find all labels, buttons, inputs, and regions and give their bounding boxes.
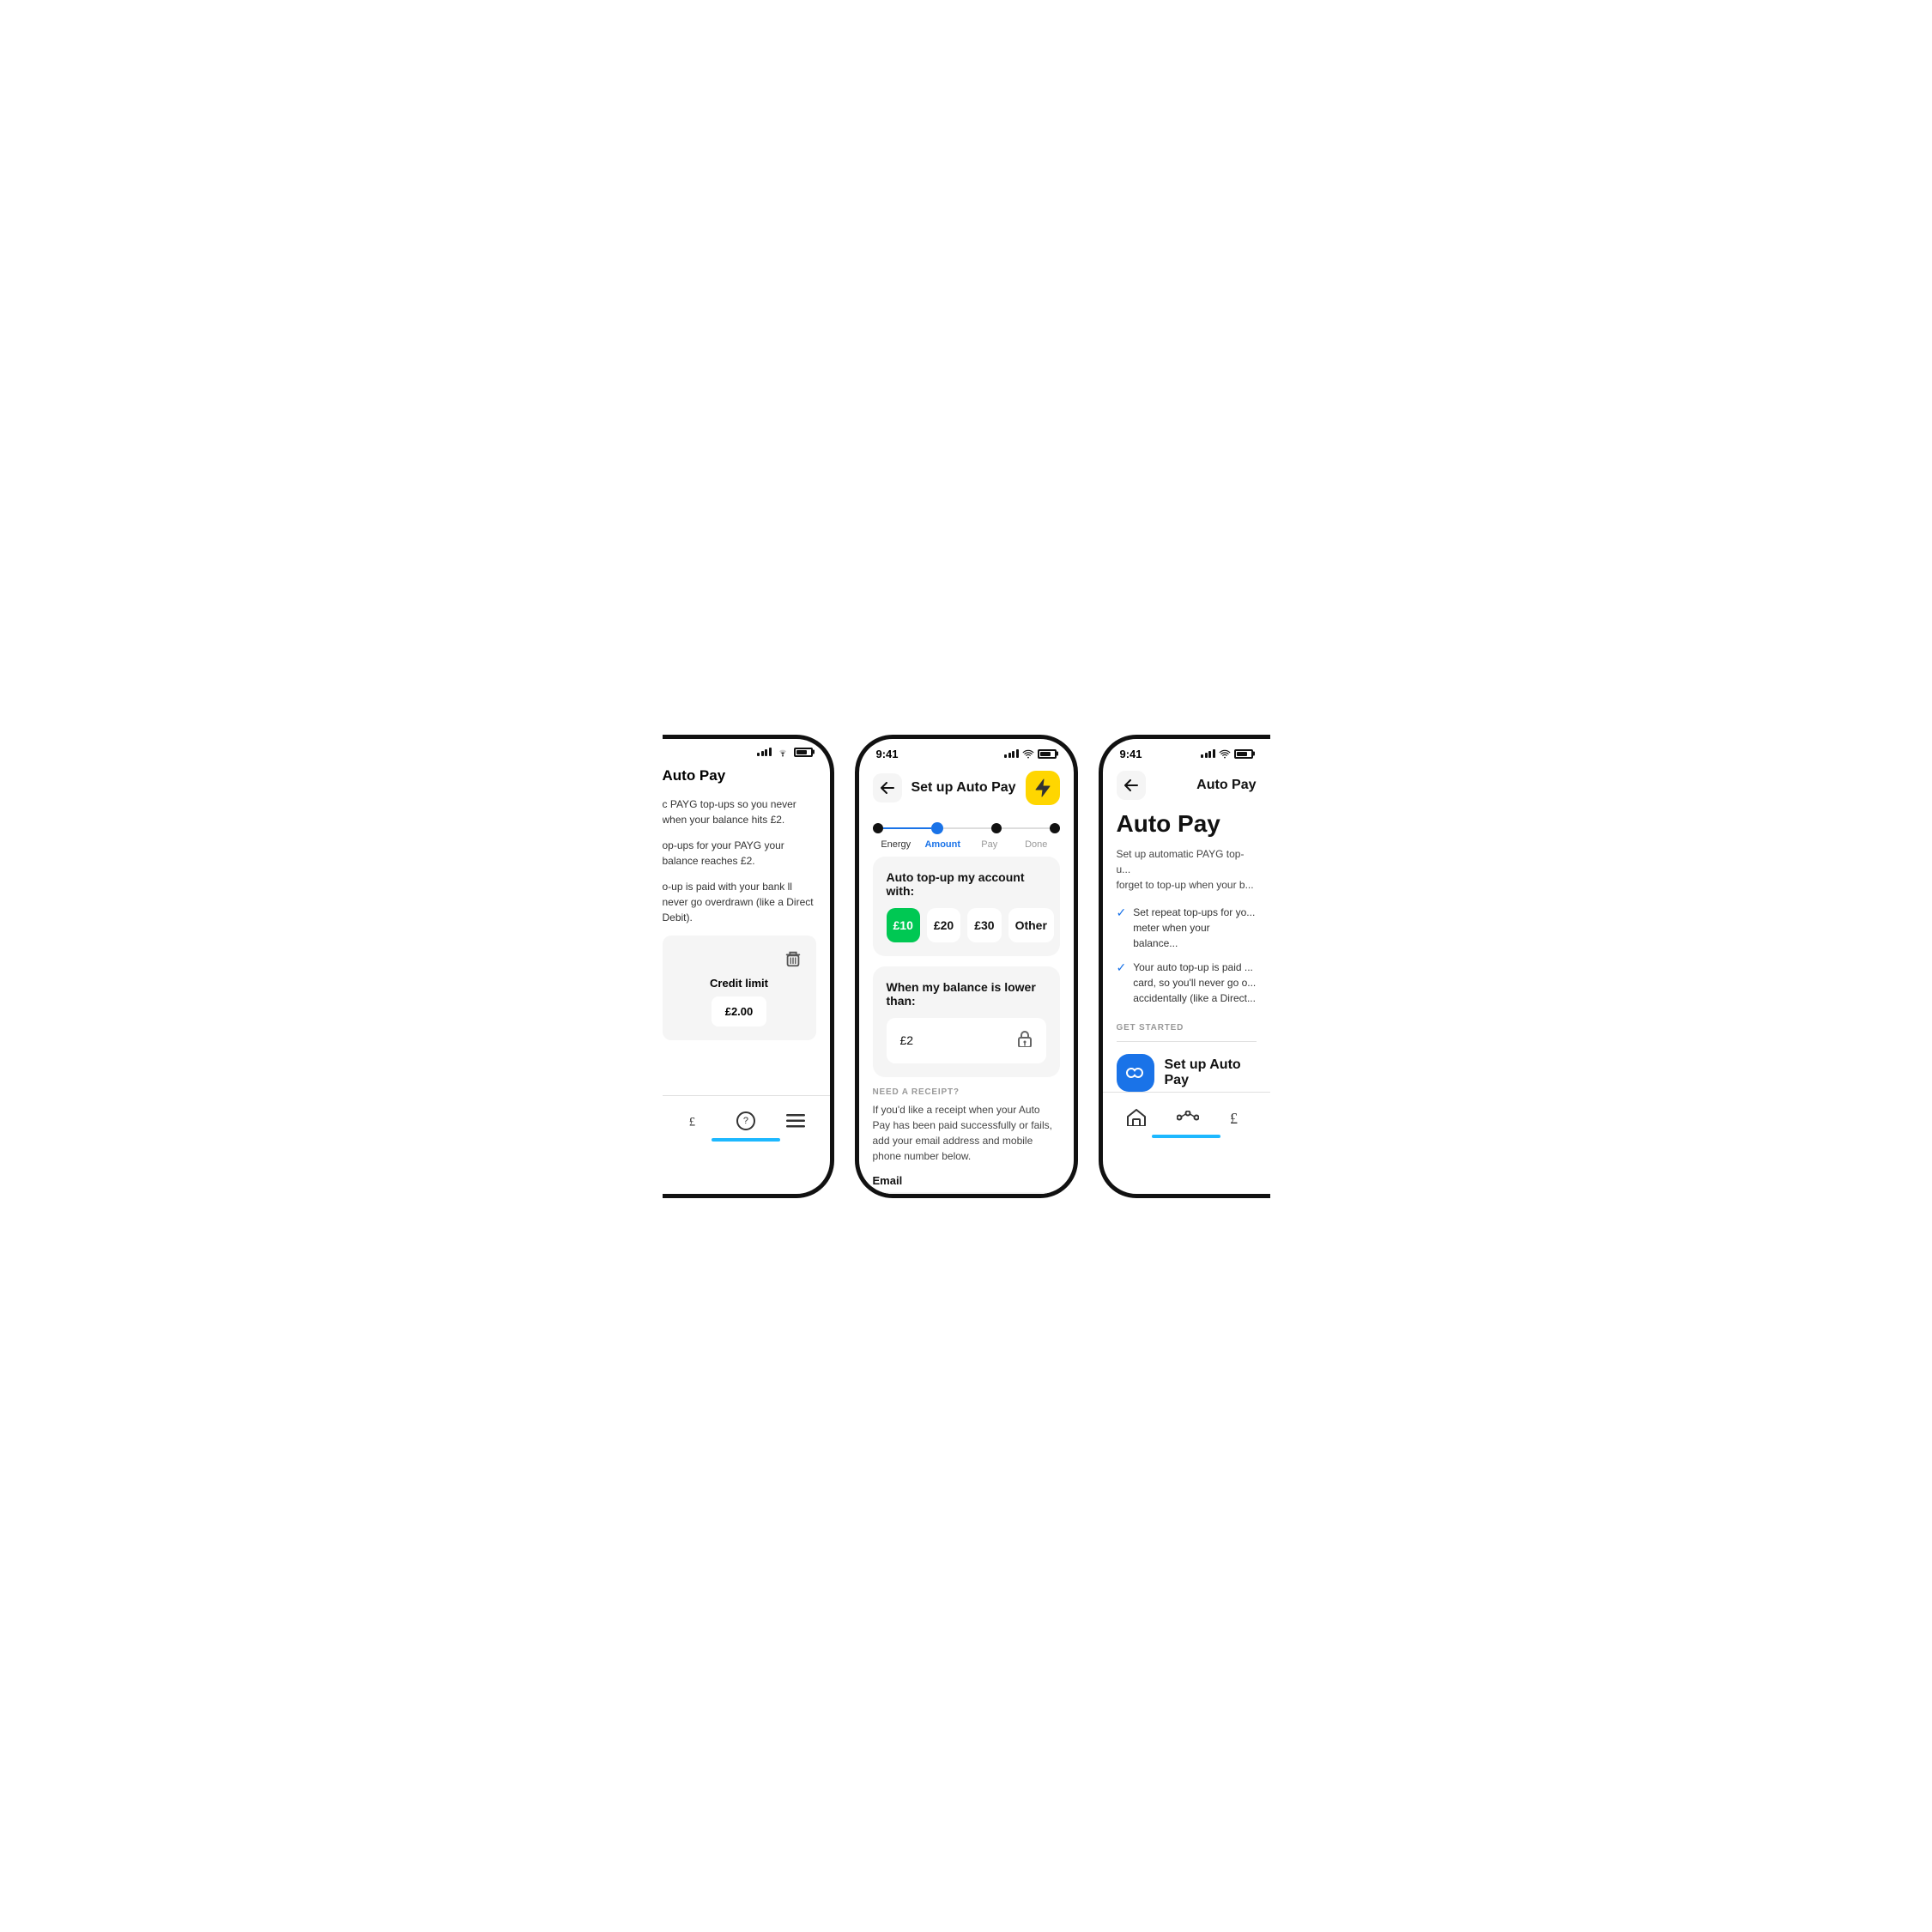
screen1-bottom-card: Credit limit £2.00: [663, 936, 816, 1040]
svg-text:£: £: [688, 1116, 694, 1130]
wifi-icon-left: [777, 748, 789, 757]
screen3-header: Auto Pay: [1103, 764, 1270, 807]
nav-icon-network-right[interactable]: [1177, 1111, 1199, 1124]
status-bar-right: 9:41: [1103, 739, 1270, 764]
screen1-content: Auto Pay c PAYG top-ups so you never whe…: [663, 760, 830, 1147]
battery-icon-center: [1038, 749, 1057, 759]
step-dot-2: [931, 822, 943, 834]
step-label-energy: Energy: [873, 839, 920, 850]
signal-bars-left: [757, 748, 772, 756]
back-button-right[interactable]: [1117, 771, 1146, 800]
trash-icon[interactable]: [676, 949, 802, 968]
svg-text:£: £: [1230, 1110, 1238, 1127]
status-bar-left: [663, 739, 830, 760]
phone-right: 9:41: [1099, 735, 1270, 1198]
credit-limit-label: Credit limit: [676, 977, 802, 990]
bottom-nav-right: £: [1103, 1092, 1270, 1143]
screen1-desc2: op-ups for your PAYG your balance reache…: [663, 838, 816, 869]
step-label-done: Done: [1013, 839, 1060, 850]
screen1-desc3: o-up is paid with your bank ll never go …: [663, 879, 816, 925]
receipt-desc: If you'd like a receipt when your Auto P…: [873, 1102, 1060, 1164]
status-icons-right: [1201, 749, 1253, 759]
signal-bars-right: [1201, 749, 1215, 758]
phone-left: Auto Pay c PAYG top-ups so you never whe…: [663, 735, 834, 1198]
wifi-icon-right: [1219, 749, 1231, 759]
balance-section: When my balance is lower than: £2: [873, 966, 1060, 1077]
balance-title: When my balance is lower than:: [887, 980, 1046, 1008]
lock-icon: [1017, 1030, 1033, 1051]
header-title-right: Auto Pay: [1196, 778, 1256, 793]
nav-icon-help-left[interactable]: ?: [736, 1111, 755, 1130]
credit-limit-value: £2.00: [712, 996, 767, 1027]
screenshot-container: Auto Pay c PAYG top-ups so you never whe…: [580, 735, 1353, 1198]
stepper-dots: [873, 822, 1060, 834]
receipt-section: NEED A RECEIPT? If you'd like a receipt …: [859, 1087, 1074, 1198]
nav-icon-home-right[interactable]: [1127, 1109, 1146, 1126]
step-dot-4: [1050, 823, 1060, 833]
stepper-labels: Energy Amount Pay Done: [873, 839, 1060, 850]
email-input[interactable]: sam@example.com: [873, 1192, 1060, 1198]
amount-btn-10[interactable]: £10: [887, 908, 920, 942]
check-mark-1: ✓: [1117, 905, 1127, 920]
step-line-2: [943, 827, 991, 829]
balance-input[interactable]: £2: [887, 1018, 1046, 1063]
screen3-body: Auto Pay Set up automatic PAYG top-u...f…: [1103, 807, 1270, 1092]
step-line-1: [883, 827, 931, 829]
nav-icon-topup-left[interactable]: £: [687, 1111, 706, 1130]
check-text-2: Your auto top-up is paid ... card, so yo…: [1133, 960, 1256, 1006]
checklist: ✓ Set repeat top-ups for yo... meter whe…: [1117, 905, 1257, 1006]
step-line-3: [1002, 827, 1050, 829]
battery-icon-left: [794, 748, 813, 757]
bottom-nav-left: £ ?: [663, 1095, 830, 1147]
receipt-label: NEED A RECEIPT?: [873, 1087, 1060, 1097]
check-item-1: ✓ Set repeat top-ups for yo... meter whe…: [1117, 905, 1257, 951]
setup-autopay-btn[interactable]: Set up Auto Pay: [1117, 1054, 1257, 1092]
amount-btn-20[interactable]: £20: [927, 908, 960, 942]
check-item-2: ✓ Your auto top-up is paid ... card, so …: [1117, 960, 1257, 1006]
screen1-title: Auto Pay: [663, 760, 816, 784]
wifi-icon-center: [1022, 749, 1034, 759]
autopay-desc: Set up automatic PAYG top-u...forget to …: [1117, 846, 1257, 893]
setup-btn-text: Set up Auto Pay: [1165, 1057, 1257, 1088]
lightning-button[interactable]: [1026, 771, 1060, 805]
status-icons-left: [757, 748, 813, 757]
step-label-pay: Pay: [966, 839, 1014, 850]
amount-btn-other[interactable]: Other: [1008, 908, 1054, 942]
amount-btn-30[interactable]: £30: [967, 908, 1001, 942]
phone-center: 9:41: [855, 735, 1078, 1198]
autopay-main-title: Auto Pay: [1117, 807, 1257, 838]
header-title-center: Set up Auto Pay: [911, 780, 1015, 796]
amount-section: Auto top-up my account with: £10 £20 £30…: [873, 857, 1060, 956]
back-button-center[interactable]: [873, 773, 902, 802]
check-text-1: Set repeat top-ups for yo... meter when …: [1133, 905, 1256, 951]
help-circle: ?: [736, 1111, 755, 1130]
status-bar-center: 9:41: [859, 739, 1074, 764]
step-dot-1: [873, 823, 883, 833]
check-mark-2: ✓: [1117, 960, 1127, 975]
nav-icon-topup-right[interactable]: £: [1230, 1108, 1245, 1127]
email-label: Email: [873, 1174, 1060, 1187]
time-right: 9:41: [1120, 748, 1142, 760]
battery-icon-right: [1234, 749, 1253, 759]
amount-options: £10 £20 £30 Other: [887, 908, 1046, 942]
balance-value: £2: [900, 1033, 914, 1047]
step-dot-3: [991, 823, 1002, 833]
infinity-icon: [1117, 1054, 1154, 1092]
signal-bars-center: [1004, 749, 1019, 758]
time-center: 9:41: [876, 748, 899, 760]
screen2-header: Set up Auto Pay: [859, 764, 1074, 812]
nav-icon-menu-left[interactable]: [786, 1114, 805, 1128]
amount-title: Auto top-up my account with:: [887, 870, 1046, 898]
status-icons-center: [1004, 749, 1057, 759]
get-started-label: GET STARTED: [1117, 1023, 1257, 1033]
divider: [1117, 1041, 1257, 1042]
stepper: Energy Amount Pay Done: [859, 812, 1074, 857]
step-label-amount: Amount: [919, 839, 966, 850]
screen1-desc1: c PAYG top-ups so you never when your ba…: [663, 796, 816, 827]
